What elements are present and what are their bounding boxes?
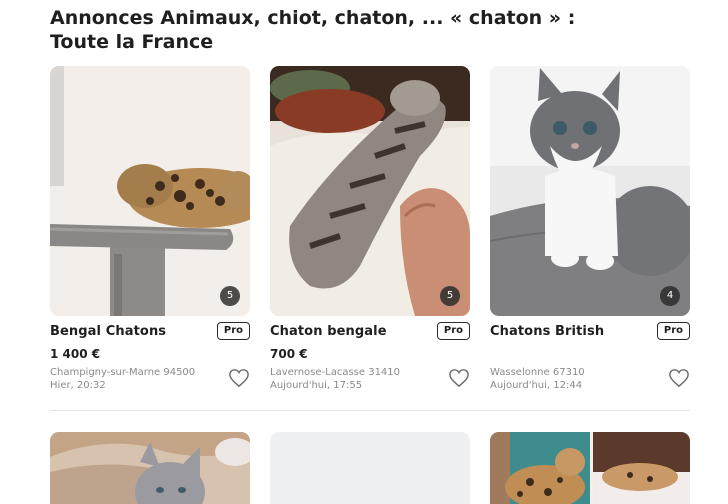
listing-card[interactable]: 4 Chatons British Pro Wasselonne 67310 A…	[490, 66, 690, 392]
listing-date: Aujourd'hui, 17:55	[270, 380, 363, 391]
bengal-kitten-photo	[270, 66, 470, 316]
pro-badge: Pro	[216, 322, 250, 340]
listing-location: Lavernose-Lacasse 31410	[270, 367, 401, 378]
favorite-button[interactable]	[228, 368, 250, 388]
kitten-on-blanket-photo	[50, 432, 250, 504]
listing-photo[interactable]	[50, 432, 250, 504]
listing-price: 700 €	[270, 347, 308, 361]
bengal-kitten-photo	[50, 66, 250, 316]
listing-card[interactable]: 5 Chaton bengale Pro 700 € Lavernose-Lac…	[270, 66, 470, 392]
listing-title[interactable]: Bengal Chatons	[50, 324, 166, 339]
favorite-button[interactable]	[448, 368, 470, 388]
listing-photo[interactable]: 5	[270, 66, 470, 316]
section-divider	[50, 410, 690, 411]
listing-photo[interactable]: 5	[50, 66, 250, 316]
photo-count-badge: 5	[440, 286, 460, 306]
bengal-kittens-collage-photo	[490, 432, 690, 504]
listing-title[interactable]: Chaton bengale	[270, 324, 387, 339]
pro-badge: Pro	[436, 322, 470, 340]
photo-count-badge: 4	[660, 286, 680, 306]
listing-date: Hier, 20:32	[50, 380, 106, 391]
listing-location: Wasselonne 67310	[490, 367, 585, 378]
listing-card[interactable]: 5 Bengal Chatons Pro 1 400 € Champigny-s…	[50, 66, 250, 392]
listing-location: Champigny-sur-Marne 94500	[50, 367, 196, 378]
listing-photo-placeholder[interactable]	[270, 432, 470, 504]
heart-outline-icon	[229, 369, 249, 388]
photo-count-badge: 5	[220, 286, 240, 306]
heart-outline-icon	[669, 369, 689, 388]
listing-photo[interactable]: 4	[490, 66, 690, 316]
listing-price	[490, 347, 690, 362]
page-title-line-1: Annonces Animaux, chiot, chaton, ... « c…	[50, 7, 576, 29]
pro-badge: Pro	[656, 322, 690, 340]
favorite-button[interactable]	[668, 368, 690, 388]
listing-photo[interactable]	[490, 432, 690, 504]
page-title: Annonces Animaux, chiot, chaton, ... « c…	[50, 6, 690, 54]
listing-title[interactable]: Chatons British	[490, 324, 604, 339]
page-title-line-2: Toute la France	[50, 31, 214, 53]
listing-price: 1 400 €	[50, 347, 101, 361]
heart-outline-icon	[449, 369, 469, 388]
listing-date: Aujourd'hui, 12:44	[490, 380, 583, 391]
british-kitten-photo	[490, 66, 690, 316]
